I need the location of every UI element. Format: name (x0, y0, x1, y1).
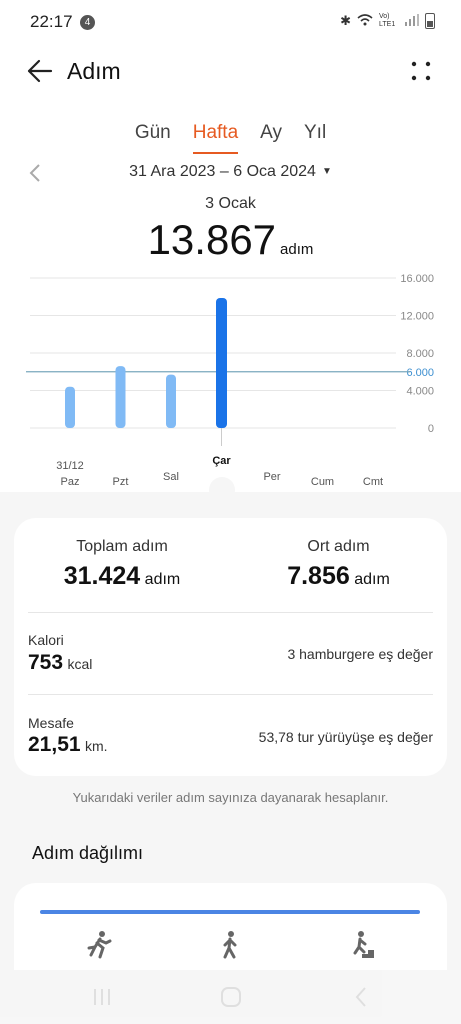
distance-equivalent: 53,78 tur yürüyüşe eş değer (258, 729, 433, 745)
signal-icon (405, 13, 419, 29)
distance-label: Mesafe (28, 715, 74, 731)
average-steps-value: 7.856 (287, 562, 350, 590)
total-steps-unit: adım (144, 571, 181, 588)
recent-apps-icon (94, 989, 110, 1005)
x-tick-label: Cum (311, 476, 334, 488)
x-tick-label: Cmt (363, 476, 383, 488)
y-tick-label: 6.000 (406, 367, 434, 379)
x-date-label: 31/12 (56, 460, 84, 472)
caret-down-icon: ▼ (321, 166, 332, 177)
divider (28, 612, 433, 613)
total-steps: 31.424 adım (14, 562, 230, 591)
total-steps-label: Toplam adım (76, 538, 168, 555)
chart-bar (166, 374, 176, 428)
chart-bar (216, 297, 227, 428)
running-icon (86, 930, 112, 965)
system-icons: ✱ Vo) LTE1 (340, 13, 435, 29)
battery-icon (425, 13, 435, 29)
home-icon (221, 987, 241, 1007)
selected-steps: 13.867 adım (0, 216, 461, 264)
wifi-icon (357, 13, 373, 29)
distance: 21,51 km. (28, 733, 108, 757)
period-tabs: Gün Hafta Ay Yıl (0, 122, 461, 154)
y-tick-label: 12.000 (400, 311, 434, 323)
stairs-icon (350, 930, 376, 965)
navigation-bar (0, 970, 461, 1024)
chart-handle (209, 477, 235, 492)
y-tick-label: 0 (428, 423, 434, 435)
status-bar: 22:17 4 ✱ Vo) LTE1 (0, 0, 461, 44)
more-options-button[interactable] (408, 58, 434, 86)
back-arrow-icon (27, 59, 53, 83)
tab-week[interactable]: Hafta (182, 122, 249, 154)
y-tick-label: 8.000 (406, 348, 434, 360)
chart-bar (65, 386, 75, 428)
selected-steps-value: 13.867 (147, 216, 277, 263)
x-tick-label: Çar (212, 455, 231, 467)
y-tick-label: 16.000 (400, 273, 434, 285)
calories-label: Kalori (28, 632, 64, 648)
status-time: 22:17 (30, 12, 73, 31)
x-tick-label: Pzt (113, 476, 129, 488)
selected-steps-unit: adım (280, 241, 314, 258)
total-steps-value: 31.424 (63, 562, 141, 590)
average-steps-unit: adım (354, 571, 390, 588)
network-label: Vo) LTE1 (379, 13, 396, 28)
home-button[interactable] (220, 986, 242, 1013)
divider (28, 694, 433, 695)
x-tick-label: Sal (163, 471, 179, 483)
distance-value: 21,51 (28, 733, 81, 756)
x-tick-label: Per (263, 471, 280, 483)
date-range-label: 31 Ara 2023 – 6 Oca 2024 (129, 163, 316, 180)
date-range-selector[interactable]: 31 Ara 2023 – 6 Oca 2024 ▼ (0, 163, 461, 181)
summary-card: Toplam adım 31.424 adım Ort adım 7.856 a… (14, 518, 447, 776)
walking-icon (219, 930, 241, 965)
page-title: Adım (67, 58, 121, 84)
distance-unit: km. (85, 738, 108, 754)
more-options-icon (411, 61, 431, 81)
weekly-steps-chart[interactable]: 16.000 12.000 8.000 6.000 4.000 0 Paz Pzt Sal Çar… (0, 268, 461, 492)
y-tick-label: 4.000 (406, 386, 434, 398)
calories-unit: kcal (67, 656, 93, 672)
x-tick-label: Paz (61, 476, 80, 488)
tab-day[interactable]: Gün (124, 122, 182, 152)
calculation-note: Yukarıdaki veriler adım sayınıza dayanar… (72, 790, 389, 805)
system-back-button[interactable] (354, 986, 368, 1013)
chart-bar (115, 366, 126, 428)
step-distribution-title: Adım dağılımı (32, 843, 144, 863)
tab-year[interactable]: Yıl (293, 122, 337, 152)
distribution-bar (40, 910, 420, 914)
recent-apps-button[interactable] (92, 988, 112, 1011)
notification-count-badge: 4 (80, 15, 95, 30)
calories-equivalent: 3 hamburgere eş değer (287, 646, 433, 662)
calories-value: 753 (28, 651, 64, 674)
selected-date: 3 Ocak (205, 195, 256, 212)
average-steps-label: Ort adım (307, 538, 370, 555)
tab-month[interactable]: Ay (249, 122, 293, 152)
system-back-icon (355, 987, 366, 1007)
back-button[interactable] (26, 57, 56, 85)
bluetooth-icon: ✱ (340, 13, 351, 28)
calories: 753 kcal (28, 651, 92, 675)
average-steps: 7.856 adım (230, 562, 447, 591)
